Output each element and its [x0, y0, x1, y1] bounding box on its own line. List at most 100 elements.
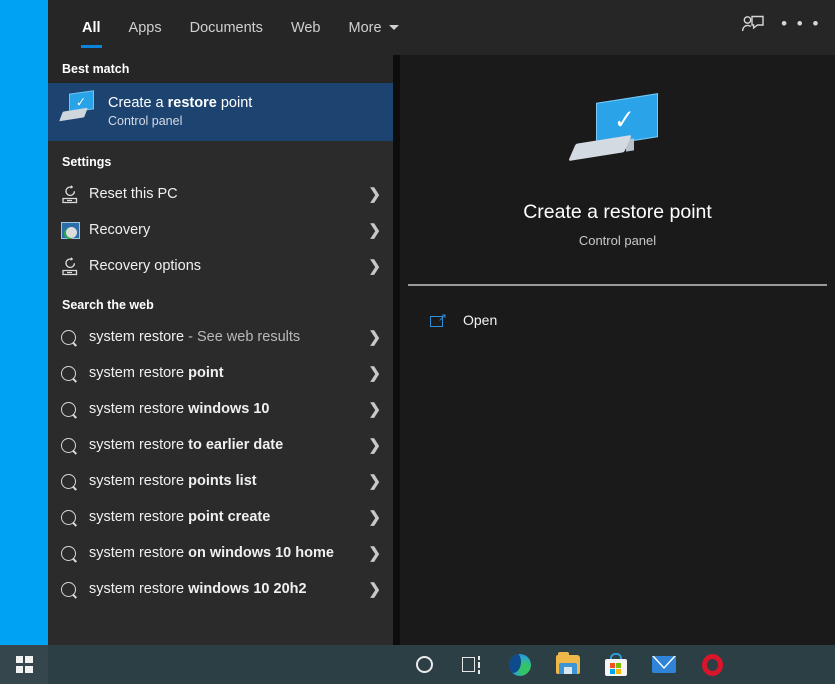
microsoft-store-icon	[605, 653, 627, 676]
result-web-suggestion[interactable]: system restore on windows 10 home ❯	[48, 535, 393, 571]
suggestion-suffix: to earlier date	[188, 437, 284, 453]
result-web-suggestion[interactable]: system restore points list ❯	[48, 463, 393, 499]
search-icon	[57, 505, 89, 529]
section-header-settings: Settings	[62, 154, 112, 169]
section-header-best-match: Best match	[48, 55, 393, 83]
section-header-search-the-web: Search the web	[62, 297, 154, 312]
tab-more[interactable]: More	[335, 0, 413, 55]
chevron-right-icon: ❯	[368, 186, 381, 203]
best-match-title: Create a restore point	[108, 94, 252, 113]
start-button[interactable]	[0, 645, 48, 684]
result-label: system restore point create	[89, 509, 362, 525]
tab-documents[interactable]: Documents	[176, 0, 277, 55]
suggestion-query: system restore	[89, 437, 189, 453]
preview-action-open[interactable]: ↗ Open	[400, 298, 835, 342]
tab-all-label: All	[82, 19, 101, 36]
search-icon	[57, 433, 89, 457]
search-icon	[57, 469, 89, 493]
chevron-right-icon: ❯	[368, 258, 381, 275]
chevron-right-icon: ❯	[368, 401, 381, 418]
file-explorer-button[interactable]	[544, 645, 592, 684]
result-settings-reset-this-pc[interactable]: Reset this PC ❯	[48, 176, 393, 212]
edge-button[interactable]	[496, 645, 544, 684]
feedback-button[interactable]	[733, 8, 773, 48]
result-label: system restore point	[89, 365, 362, 381]
result-label: Recovery options	[89, 258, 202, 274]
suggestion-suffix: windows 10	[188, 401, 270, 417]
tab-all[interactable]: All	[68, 0, 115, 55]
preview-subtitle: Control panel	[578, 233, 657, 248]
search-header: All Apps Documents Web More • • •	[48, 0, 835, 55]
result-label: Reset this PC	[89, 186, 178, 202]
best-match-title-bold: restore	[167, 95, 217, 111]
suggestion-suffix: windows 10 20h2	[188, 581, 307, 597]
result-settings-recovery-options[interactable]: Recovery options ❯	[48, 248, 393, 284]
tab-apps-label: Apps	[128, 19, 162, 36]
result-web-suggestion[interactable]: system restore point create ❯	[48, 499, 393, 535]
result-label: system restore windows 10	[89, 401, 362, 417]
result-label: system restore points list	[89, 473, 362, 489]
suggestion-suffix: - See web results	[184, 329, 301, 345]
result-label: system restore to earlier date	[89, 437, 362, 453]
cortana-button[interactable]	[400, 645, 448, 684]
restore-point-monitor-check-icon: ✓	[59, 90, 101, 132]
result-web-suggestion[interactable]: system restore - See web results ❯	[48, 319, 393, 355]
more-options-button[interactable]: • • •	[781, 8, 821, 48]
tab-documents-label: Documents	[189, 19, 263, 36]
windows-search-panel: All Apps Documents Web More • • • Best m…	[48, 0, 835, 645]
recovery-monitor-icon	[61, 218, 89, 242]
chevron-right-icon: ❯	[368, 473, 381, 490]
tab-web[interactable]: Web	[277, 0, 335, 55]
result-label: system restore windows 10 20h2	[89, 581, 362, 597]
search-body: Best match ✓ Create a restore point Cont…	[48, 55, 835, 645]
tab-web-label: Web	[290, 19, 321, 36]
preview-divider	[408, 284, 827, 286]
task-view-button[interactable]	[448, 645, 496, 684]
search-icon	[57, 397, 89, 421]
preview-icon-wrap: ✓	[400, 93, 835, 165]
restore-point-monitor-check-icon: ✓	[567, 93, 666, 162]
search-icon	[57, 325, 89, 349]
microsoft-store-button[interactable]	[592, 645, 640, 684]
result-web-suggestion[interactable]: system restore windows 10 20h2 ❯	[48, 571, 393, 607]
mail-icon	[652, 656, 676, 673]
best-match-text: Create a restore point Control panel	[101, 94, 252, 130]
opera-button[interactable]	[688, 645, 736, 684]
result-web-suggestion[interactable]: system restore to earlier date ❯	[48, 427, 393, 463]
suggestion-query: system restore	[89, 581, 189, 597]
windows-logo-icon	[15, 656, 33, 673]
suggestion-query: system restore	[89, 509, 189, 525]
header-actions: • • •	[733, 0, 835, 55]
chevron-right-icon: ❯	[368, 509, 381, 526]
suggestion-suffix: point create	[188, 509, 271, 525]
chevron-right-icon: ❯	[368, 365, 381, 382]
chevron-right-icon: ❯	[368, 437, 381, 454]
chevron-right-icon: ❯	[368, 329, 381, 346]
results-list: Best match ✓ Create a restore point Cont…	[48, 55, 393, 645]
suggestion-query: system restore	[89, 365, 189, 381]
tab-more-label: More	[348, 19, 382, 36]
suggestion-suffix: points list	[188, 473, 257, 489]
result-web-suggestion[interactable]: system restore windows 10 ❯	[48, 391, 393, 427]
suggestion-suffix: on windows 10 home	[188, 545, 334, 561]
tab-apps[interactable]: Apps	[115, 0, 176, 55]
suggestion-query: system restore	[89, 473, 189, 489]
result-settings-recovery[interactable]: Recovery ❯	[48, 212, 393, 248]
mail-button[interactable]	[640, 645, 688, 684]
task-view-icon	[461, 655, 483, 674]
result-label: Recovery	[89, 222, 151, 238]
preview-action-label: Open	[463, 312, 498, 328]
ellipsis-icon: • • •	[781, 13, 821, 33]
tab-strip: All Apps Documents Web More	[48, 0, 413, 55]
best-match-title-suffix: point	[216, 95, 253, 111]
chevron-right-icon: ❯	[368, 545, 381, 562]
search-icon	[57, 361, 89, 385]
result-best-match-create-a-restore-point[interactable]: ✓ Create a restore point Control panel	[48, 83, 393, 141]
best-match-title-prefix: Create a	[108, 95, 168, 111]
system-settings-icon	[61, 254, 89, 278]
result-web-suggestion[interactable]: system restore point ❯	[48, 355, 393, 391]
preview-pane: ✓ Create a restore point Control panel ↗…	[400, 55, 835, 645]
desktop-background-left	[0, 0, 48, 645]
chevron-down-icon	[388, 25, 399, 30]
microsoft-edge-icon	[509, 653, 531, 676]
